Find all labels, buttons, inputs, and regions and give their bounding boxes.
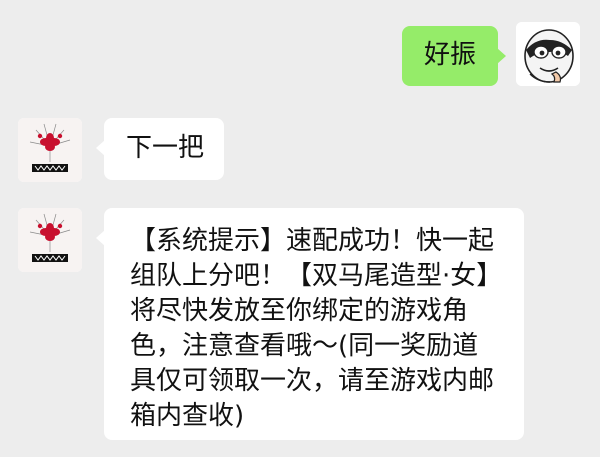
message-text: 【系统提示】速配成功！快一起组队上分吧！【双马尾造型·女】将尽快发放至你绑定的游… <box>130 226 495 431</box>
red-spider-lily-avatar-icon <box>18 118 82 182</box>
message-bubble-system-notice[interactable]: 【系统提示】速配成功！快一起组队上分吧！【双马尾造型·女】将尽快发放至你绑定的游… <box>96 208 524 440</box>
bubble-tail <box>497 48 506 64</box>
bubble-tail <box>96 140 105 156</box>
chat-window: { "messages": [ { "direction": "outgoing… <box>0 0 600 457</box>
message-text: 下一把 <box>126 133 205 163</box>
cartoon-avatar-icon <box>516 22 580 86</box>
message-text: 好振 <box>424 40 477 70</box>
user-avatar-cartoon-icon[interactable] <box>516 22 580 86</box>
contact-avatar[interactable] <box>18 208 82 272</box>
bubble-tail <box>96 230 105 246</box>
message-bubble-incoming[interactable]: 下一把 <box>96 118 224 180</box>
message-bubble-outgoing[interactable]: 好振 <box>402 26 506 86</box>
red-spider-lily-avatar-icon <box>18 208 82 272</box>
contact-avatar[interactable] <box>18 118 82 182</box>
